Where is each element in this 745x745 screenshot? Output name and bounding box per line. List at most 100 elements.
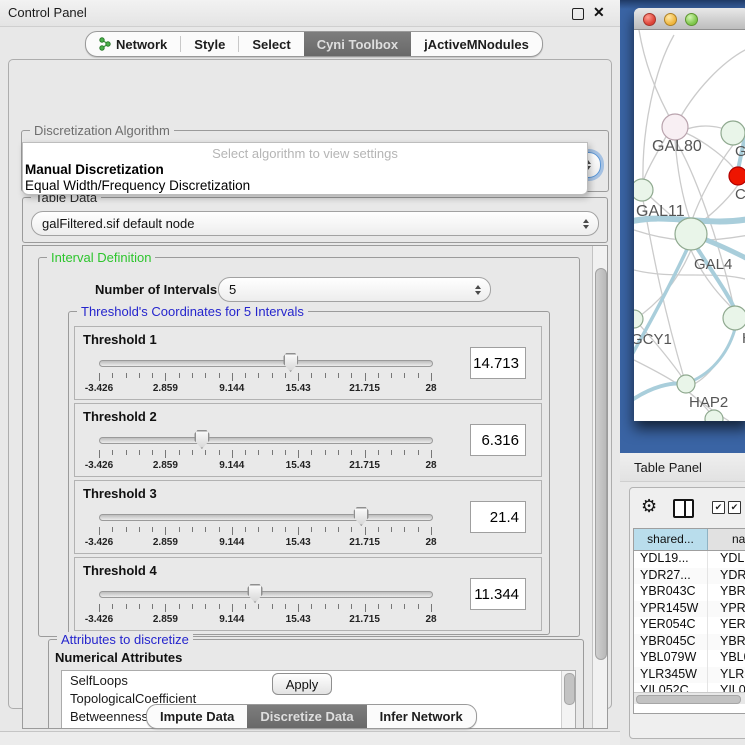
threshold-value-field[interactable]: 21.4 [470,501,526,533]
threshold-slider[interactable]: -3.4262.8599.14415.4321.71528 [99,327,431,401]
table-cell[interactable]: YER054C [634,617,708,634]
threshold-value-field[interactable]: 6.316 [470,424,526,456]
table-cell[interactable]: YBR0 [708,584,745,601]
tick-label: 9.144 [219,460,244,471]
slider-ticks [99,604,431,613]
checkbox-icon[interactable]: ✔ [712,501,725,514]
list-scrollbar[interactable] [561,671,575,729]
checkbox-icon[interactable]: ✔ [728,501,741,514]
network-node[interactable] [662,114,688,140]
table-cell[interactable]: YDR2 [708,568,745,585]
thresholds-group-label: Threshold's Coordinates for 5 Intervals [77,304,308,319]
slider-tick-labels: -3.4262.8599.14415.4321.71528 [99,460,431,472]
tab-select[interactable]: Select [239,32,303,56]
tab-infer-network[interactable]: Infer Network [367,705,476,728]
table-cell[interactable]: YBR0 [708,634,745,651]
threshold-slider[interactable]: -3.4262.8599.14415.4321.71528 [99,558,431,632]
slider-track[interactable] [99,591,433,598]
threshold-slider[interactable]: -3.4262.8599.14415.4321.71528 [99,404,431,478]
tab-style[interactable]: Style [181,32,238,56]
table-cell[interactable]: YBL079W [634,650,708,667]
interval-definition-group: Interval Definition Number of Intervals … [38,257,580,637]
network-node[interactable] [723,306,745,330]
slider-track[interactable] [99,514,433,521]
close-icon[interactable]: ✕ [593,4,605,21]
table-cell[interactable]: YBL0 [708,650,745,667]
dropdown-item-manual-discretization[interactable]: Manual Discretization [25,162,164,177]
column-header-shared-name[interactable]: shared... [634,529,708,550]
network-node[interactable] [721,121,745,145]
network-graph-canvas[interactable]: GAL80GACGAL11GAL4GCY1HHAP2 [634,30,745,421]
tick-label: -3.426 [85,460,113,471]
tick-label: 15.43 [286,537,311,548]
table-cell[interactable]: YPR1 [708,601,745,618]
table-row[interactable]: YER054CYER0 [634,617,745,634]
table-horizontal-scrollbar[interactable] [634,692,745,704]
table-cell[interactable]: YER0 [708,617,745,634]
table-cell[interactable]: YLR3 [708,667,745,684]
panel-scrollbar-thumb[interactable] [595,268,607,660]
threshold-value-field[interactable]: 14.713 [470,347,526,379]
numerical-attributes-label: Numerical Attributes [55,650,182,665]
network-node[interactable] [705,410,723,421]
network-node-label: GCY1 [634,331,672,348]
network-node[interactable] [634,179,653,201]
table-row[interactable]: YDR27...YDR2 [634,568,745,585]
table-row[interactable]: YDL19...YDL1 [634,551,745,568]
zoom-traffic-light-icon[interactable] [685,13,698,26]
network-node[interactable] [677,375,695,393]
tick-label: 9.144 [219,537,244,548]
network-icon [99,37,111,51]
tab-jactivemnodules[interactable]: jActiveMNodules [411,32,542,56]
slider-thumb[interactable] [248,584,263,603]
threshold-value-field[interactable]: 11.344 [470,578,526,610]
threshold-slider[interactable]: -3.4262.8599.14415.4321.71528 [99,481,431,555]
network-node[interactable] [675,218,707,250]
apply-button[interactable]: Apply [272,673,332,695]
slider-thumb[interactable] [194,430,209,449]
table-cell[interactable]: YDL19... [634,551,708,568]
tick-label: 2.859 [153,537,178,548]
tick-label: 15.43 [286,383,311,394]
table-cell[interactable]: YPR145W [634,601,708,618]
network-node[interactable] [634,310,643,328]
slider-thumb[interactable] [354,507,369,526]
tab-discretize-data[interactable]: Discretize Data [247,705,366,728]
table-row[interactable]: YPR145WYPR1 [634,601,745,618]
network-view-window[interactable]: GAL80GACGAL11GAL4GCY1HHAP2 [634,8,745,421]
table-row[interactable]: YBR045CYBR0 [634,634,745,651]
network-node[interactable] [729,167,745,185]
table-data-combobox[interactable]: galFiltered.sif default node [31,211,599,236]
tick-label: 21.715 [349,383,380,394]
table-row[interactable]: YLR345WYLR3 [634,667,745,684]
slider-track[interactable] [99,360,433,367]
minimize-traffic-light-icon[interactable] [664,13,677,26]
float-window-icon[interactable] [572,8,584,20]
table-cell[interactable]: YLR345W [634,667,708,684]
dropdown-item-equal-width-frequency[interactable]: Equal Width/Frequency Discretization [25,178,250,193]
list-scrollbar-thumb[interactable] [564,673,575,705]
column-header-name[interactable]: na [708,529,745,550]
network-node-label: C [735,186,745,203]
node-attribute-table[interactable]: shared... na YDL19...YDL1YDR27...YDR2YBR… [633,528,745,714]
columns-icon[interactable] [673,499,694,518]
table-cell[interactable]: YBR045C [634,634,708,651]
tab-cyni-toolbox[interactable]: Cyni Toolbox [304,32,411,56]
gear-icon[interactable]: ⚙ [641,496,657,517]
table-row[interactable]: YBR043CYBR0 [634,584,745,601]
number-of-intervals-combobox[interactable]: 5 [218,277,491,302]
table-cell[interactable]: YDR27... [634,568,708,585]
tab-network[interactable]: Network [86,32,180,56]
table-cell[interactable]: YDL1 [708,551,745,568]
table-cell[interactable]: YBR043C [634,584,708,601]
table-panel: Table Panel ⚙ ✔ ✔ shared... na YDL19...Y… [620,453,745,745]
panel-scrollbar[interactable] [592,246,607,728]
slider-thumb[interactable] [283,353,298,372]
table-row[interactable]: YBL079WYBL0 [634,650,745,667]
slider-track[interactable] [99,437,433,444]
bottom-tabstrip: Impute Data Discretize Data Infer Networ… [146,704,477,729]
tick-label: 2.859 [153,383,178,394]
tab-impute-data[interactable]: Impute Data [147,705,247,728]
close-traffic-light-icon[interactable] [643,13,656,26]
table-hscrollbar-thumb[interactable] [636,695,741,704]
